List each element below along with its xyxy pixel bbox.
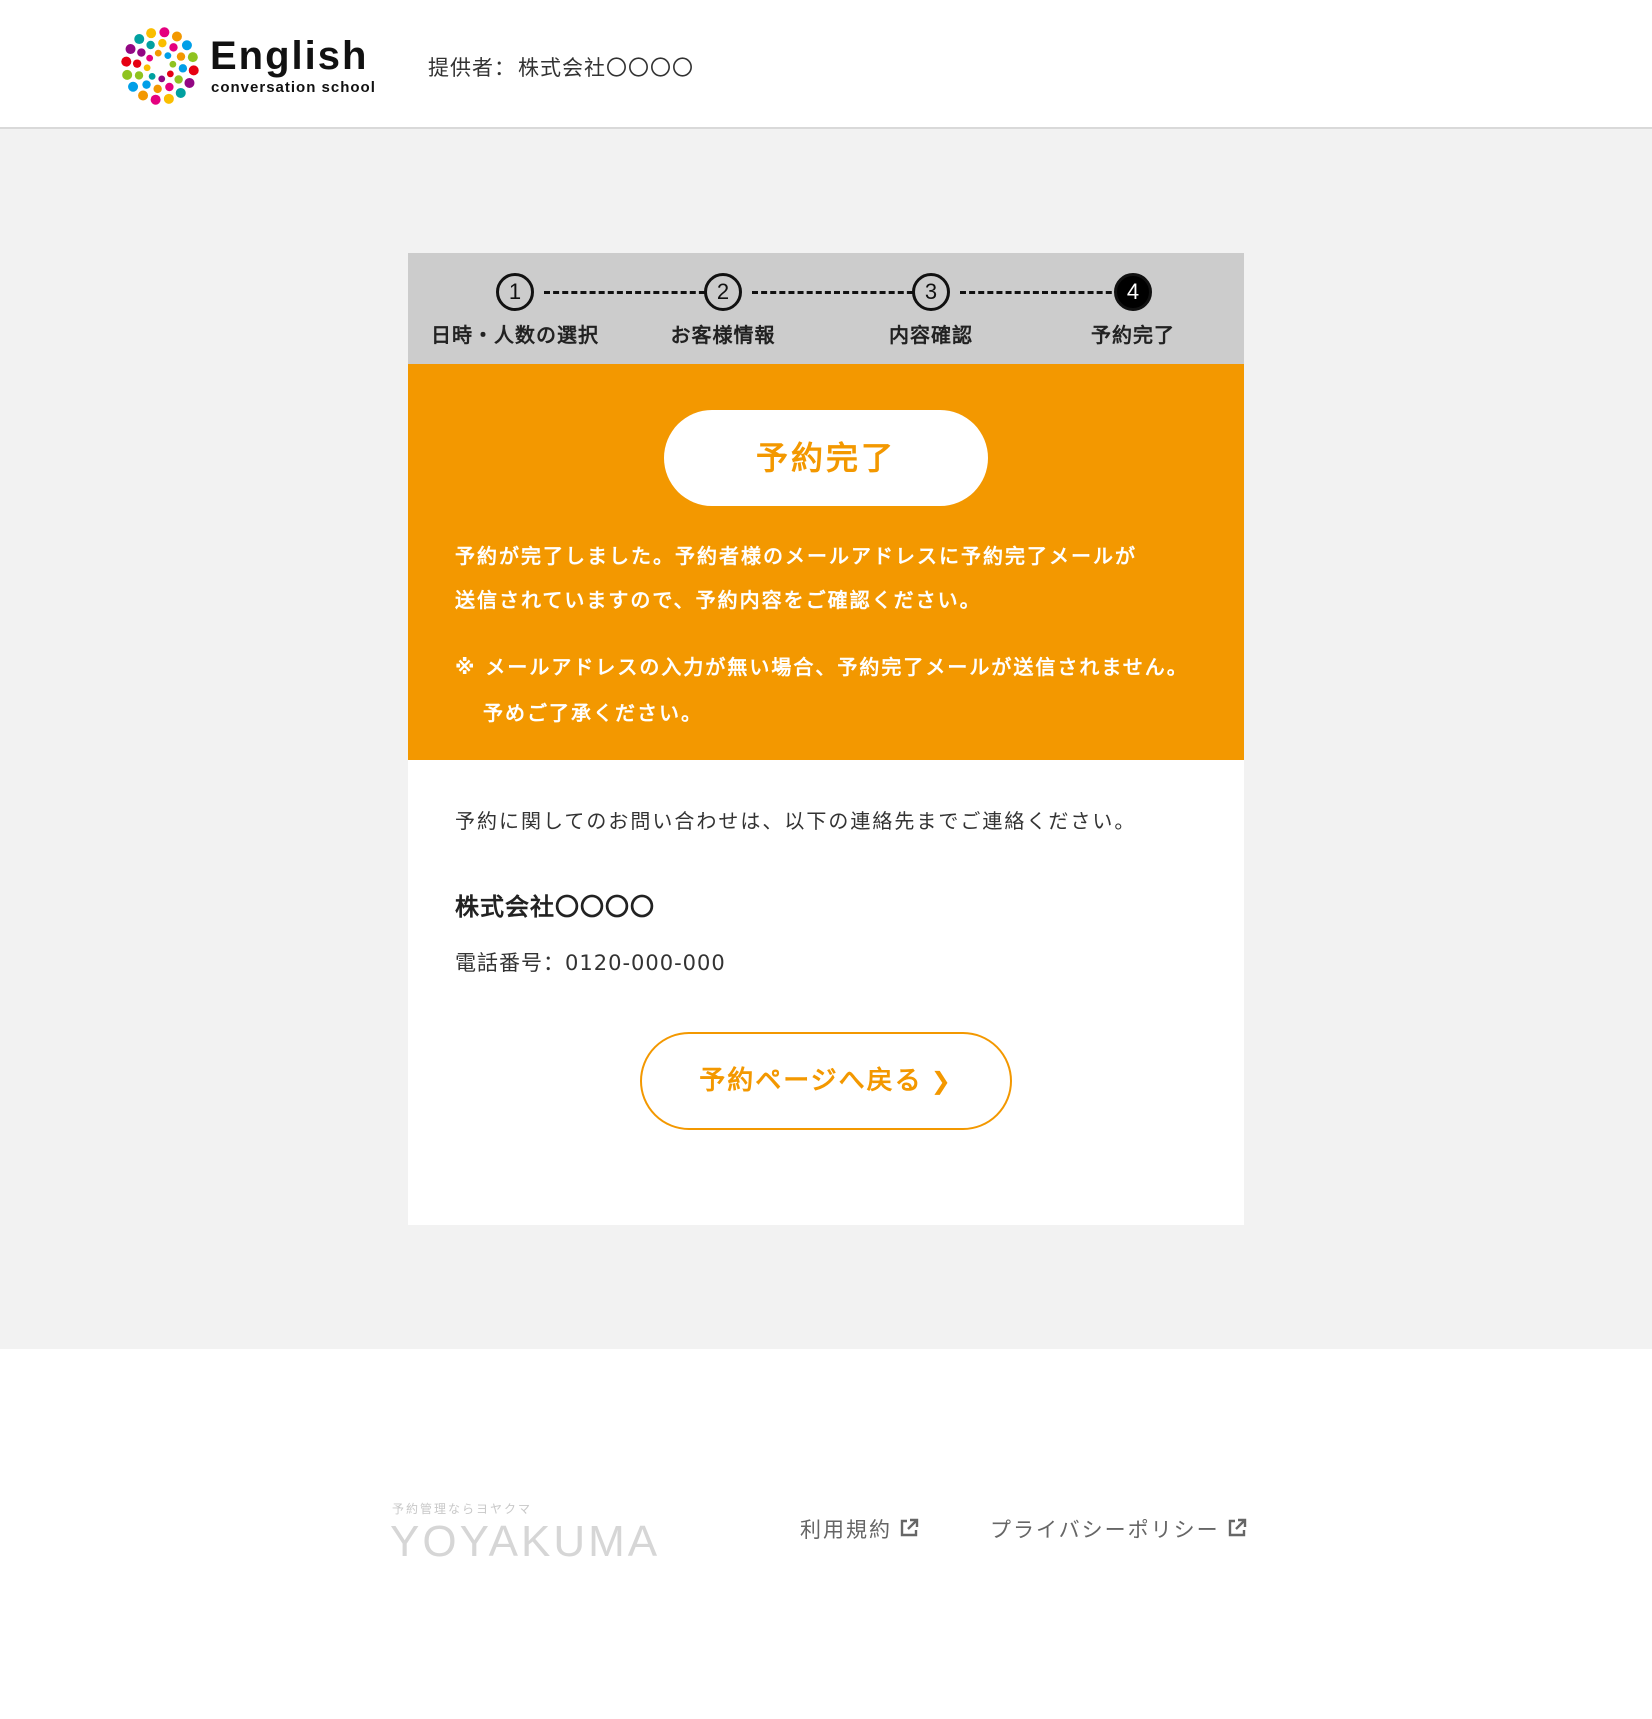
completion-banner: 予約完了 予約が完了しました。予約者様のメールアドレスに予約完了メールが 送信さ… <box>408 364 1244 760</box>
contact-phone: 電話番号：0120-000-000 <box>455 951 726 975</box>
provider-label: 提供者： <box>428 56 516 80</box>
chevron-right-icon: ❯ <box>930 1067 953 1095</box>
step-connector <box>752 291 922 294</box>
step-4-number-current: 4 <box>1114 273 1152 311</box>
step-connector <box>960 291 1130 294</box>
contact-intro: 予約に関してのお問い合わせは、以下の連絡先までご連絡ください。 <box>455 809 1137 833</box>
step-1-number: 1 <box>496 273 534 311</box>
logo-mark-icon <box>121 27 199 105</box>
logo-subtitle: conversation school <box>211 79 376 96</box>
school-logo[interactable]: English conversation school <box>120 24 380 108</box>
step-3-number: 3 <box>912 273 950 311</box>
completion-badge: 予約完了 <box>664 410 988 506</box>
step-progress: 1 2 3 4 日時・人数の選択 お客様情報 内容確認 予約完了 <box>408 253 1244 364</box>
external-link-icon <box>1228 1518 1246 1537</box>
step-4-label: 予約完了 <box>1091 323 1175 347</box>
site-header: English conversation school 提供者：株式会社〇〇〇〇 <box>0 0 1652 129</box>
reservation-card: 1 2 3 4 日時・人数の選択 お客様情報 内容確認 予約完了 予約完了 予約… <box>408 253 1244 1225</box>
step-1-label: 日時・人数の選択 <box>431 323 599 347</box>
privacy-link-label: プライバシーポリシー <box>990 1518 1220 1542</box>
yoyakuma-logo[interactable]: YOYAKUMA <box>390 1517 660 1567</box>
back-button-label: 予約ページへ戻る <box>699 1066 923 1096</box>
logo-title: English <box>210 34 369 78</box>
provider-name: 株式会社〇〇〇〇 <box>518 56 694 80</box>
step-connector <box>544 291 714 294</box>
provider-info: 提供者：株式会社〇〇〇〇 <box>428 52 694 82</box>
contact-company: 株式会社〇〇〇〇 <box>455 893 655 921</box>
step-2-number: 2 <box>704 273 742 311</box>
step-2-label: お客様情報 <box>670 323 776 347</box>
step-3-label: 内容確認 <box>889 323 973 347</box>
completion-message-line1: 予約が完了しました。予約者様のメールアドレスに予約完了メールが <box>455 544 1137 568</box>
completion-message-line2: 送信されていますので、予約内容をご確認ください。 <box>455 588 982 612</box>
privacy-policy-link[interactable]: プライバシーポリシー <box>990 1514 1248 1544</box>
terms-link-label: 利用規約 <box>800 1518 892 1542</box>
email-note: ※ メールアドレスの入力が無い場合、予約完了メールが送信されません。予めご了承く… <box>455 655 1189 725</box>
site-footer: 予約管理ならヨヤクマ YOYAKUMA 利用規約 プライバシーポリシー <box>0 1349 1652 1719</box>
brand-tagline: 予約管理ならヨヤクマ <box>392 1502 533 1516</box>
back-to-reservation-button[interactable]: 予約ページへ戻る ❯ <box>640 1032 1012 1130</box>
completion-message: 予約が完了しました。予約者様のメールアドレスに予約完了メールが 送信されています… <box>455 534 1205 622</box>
terms-link[interactable]: 利用規約 <box>800 1514 920 1544</box>
external-link-icon <box>900 1518 919 1537</box>
